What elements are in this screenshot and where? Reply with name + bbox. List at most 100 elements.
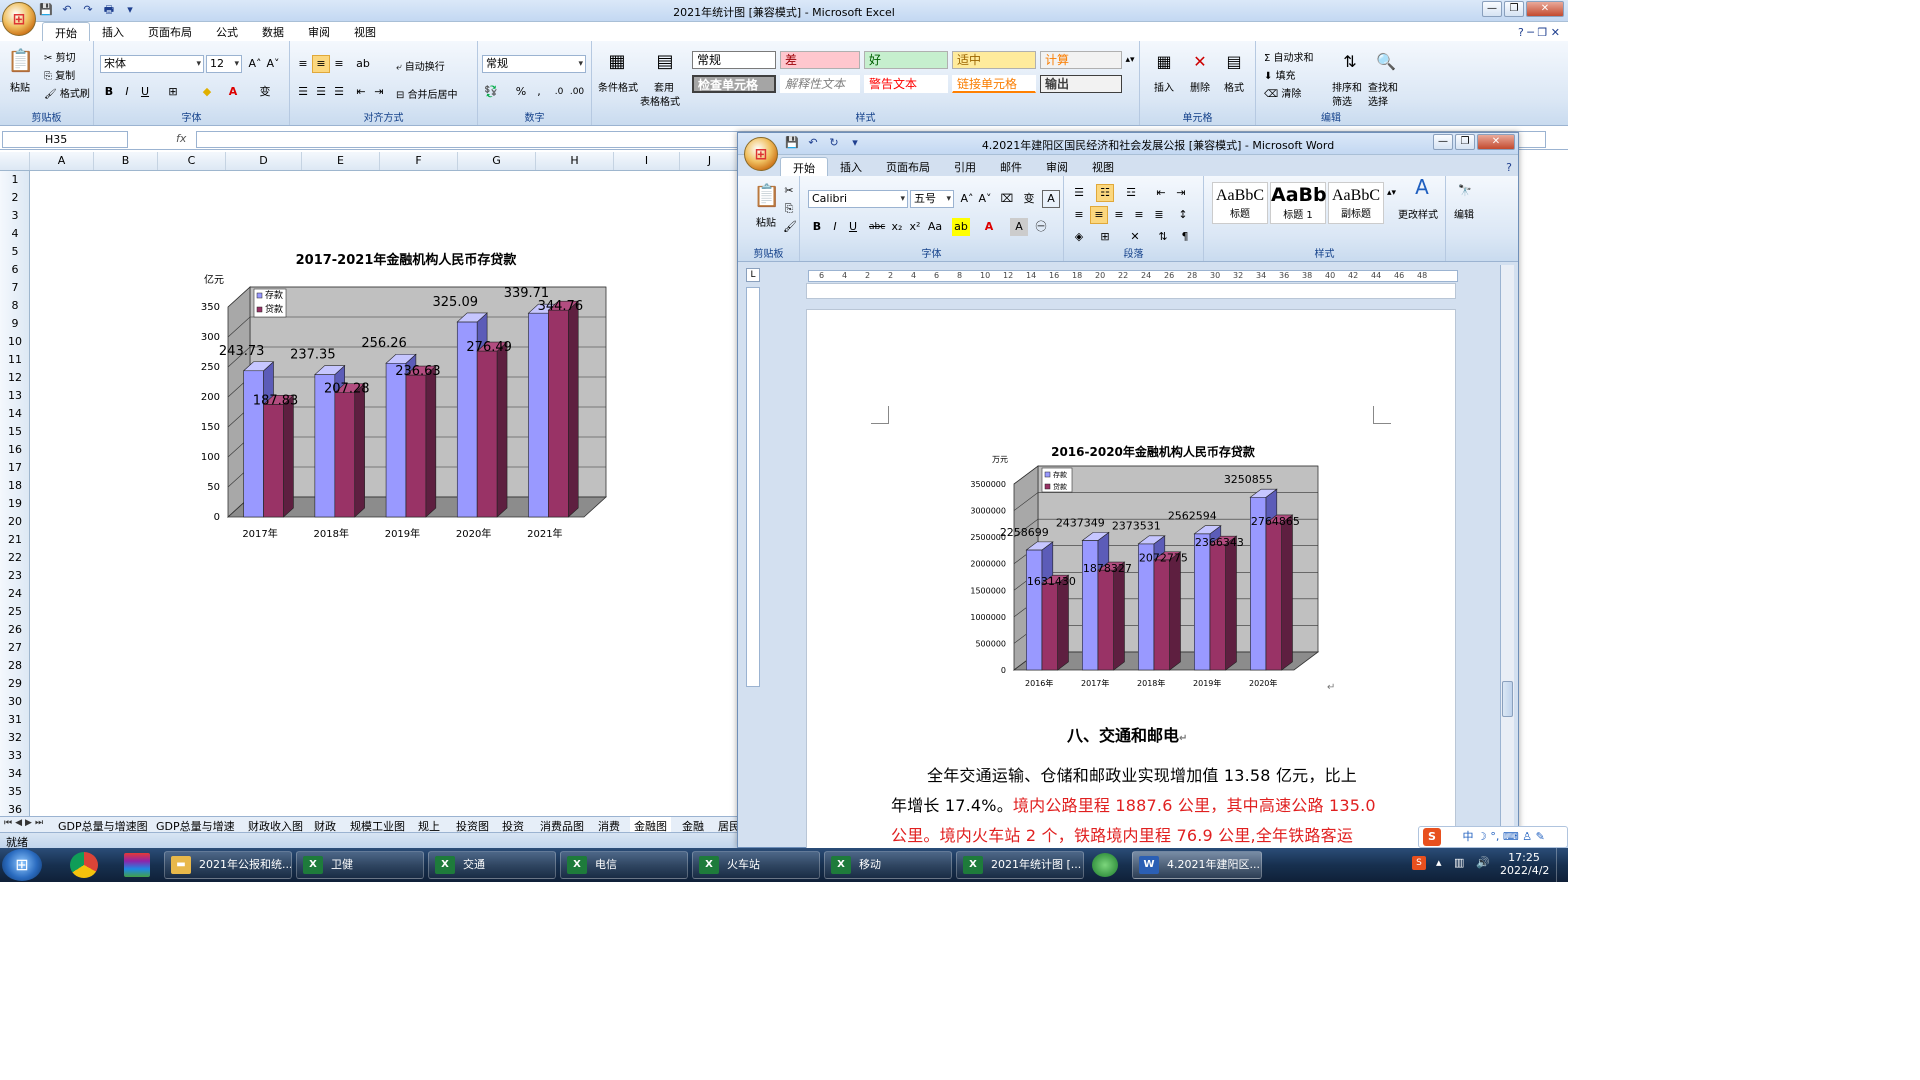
row-header[interactable]: 6 bbox=[0, 261, 30, 279]
restore-icon[interactable]: ❐ bbox=[1504, 1, 1524, 17]
green-app-icon[interactable] bbox=[1092, 853, 1118, 877]
row-header[interactable]: 17 bbox=[0, 459, 30, 477]
row-header[interactable]: 3 bbox=[0, 207, 30, 225]
grow-font-icon[interactable]: A˄ bbox=[958, 190, 976, 208]
row-header[interactable]: 10 bbox=[0, 333, 30, 351]
distribute-icon[interactable]: ≣ bbox=[1150, 206, 1168, 224]
shrink-font-icon[interactable]: A˅ bbox=[976, 190, 994, 208]
delete-cells-icon[interactable]: ✕ bbox=[1188, 49, 1212, 75]
italic-icon[interactable]: I bbox=[118, 83, 136, 101]
percent-icon[interactable]: % bbox=[512, 83, 530, 101]
taskbar-item-folder[interactable]: ▬ 2021年公报和统... bbox=[164, 851, 292, 879]
increase-indent-icon[interactable]: ⇥ bbox=[1172, 184, 1190, 202]
font-color-icon[interactable]: A bbox=[980, 218, 998, 236]
row-header[interactable]: 27 bbox=[0, 639, 30, 657]
taskbar-item-word[interactable]: W 4.2021年建阳区... bbox=[1132, 851, 1262, 879]
comma-icon[interactable]: , bbox=[530, 83, 548, 101]
find-select-label-1[interactable]: 查找和 bbox=[1368, 79, 1398, 94]
superscript-icon[interactable]: x² bbox=[906, 218, 924, 236]
tab-home[interactable]: 开始 bbox=[780, 157, 828, 178]
excel-deposit-loan-chart[interactable]: 0 50 100 150 200 250 300 350 243.73 187.83 2017年 23… bbox=[190, 240, 620, 550]
phonetic-guide-icon[interactable]: 变 bbox=[1020, 190, 1038, 208]
italic-icon[interactable]: I bbox=[826, 218, 844, 236]
row-header[interactable]: 23 bbox=[0, 567, 30, 585]
column-header[interactable]: H bbox=[536, 152, 614, 170]
style-output[interactable]: 输出 bbox=[1040, 75, 1122, 93]
change-case-icon[interactable]: Aa bbox=[926, 218, 944, 236]
sort-filter-label-2[interactable]: 筛选 bbox=[1332, 93, 1352, 108]
taskbar-item-excel[interactable]: X 2021年统计图 [... bbox=[956, 851, 1084, 879]
word-help-icon[interactable]: ? bbox=[1506, 161, 1512, 174]
start-button[interactable]: ⊞ bbox=[2, 849, 42, 881]
autosum-button[interactable]: Σ 自动求和 bbox=[1264, 49, 1314, 64]
find-select-label-2[interactable]: 选择 bbox=[1368, 93, 1388, 108]
row-header[interactable]: 1 bbox=[0, 171, 30, 189]
tray-network-icon[interactable]: ▥ bbox=[1454, 856, 1464, 869]
tab-selector-icon[interactable]: L bbox=[746, 268, 760, 282]
chrome-icon[interactable] bbox=[70, 852, 98, 878]
border-icon[interactable]: ⊞ bbox=[164, 83, 182, 101]
tab-references[interactable]: 引用 bbox=[942, 157, 988, 178]
row-header[interactable]: 4 bbox=[0, 225, 30, 243]
taskbar-item-excel[interactable]: X 交通 bbox=[428, 851, 556, 879]
row-header[interactable]: 35 bbox=[0, 783, 30, 801]
ime-toolbar[interactable]: S 中 ☽ °, ⌨ ♙ ✎ bbox=[1418, 826, 1568, 848]
editing-button[interactable]: 编辑 bbox=[1454, 206, 1474, 221]
align-left-icon[interactable]: ☰ bbox=[294, 83, 312, 101]
format-painter-icon[interactable]: 🖌 bbox=[782, 218, 797, 236]
paste-icon[interactable]: 📋 bbox=[752, 182, 782, 212]
char-border-icon[interactable]: A bbox=[1042, 190, 1060, 208]
winrar-icon[interactable] bbox=[124, 853, 150, 877]
fill-button[interactable]: ⬇ 填充 bbox=[1264, 67, 1296, 82]
office-button[interactable]: ⊞ bbox=[2, 2, 36, 36]
paste-button[interactable]: 粘贴 bbox=[756, 214, 776, 229]
row-header[interactable]: 25 bbox=[0, 603, 30, 621]
numbering-icon[interactable]: ☷ bbox=[1096, 184, 1114, 202]
style-explanatory[interactable]: 解释性文本 bbox=[780, 75, 860, 93]
tab-formulas[interactable]: 公式 bbox=[204, 22, 250, 43]
table-format-label-2[interactable]: 表格格式 bbox=[640, 93, 680, 108]
show-desktop-button[interactable] bbox=[1556, 848, 1568, 882]
row-header[interactable]: 7 bbox=[0, 279, 30, 297]
minimize-icon[interactable]: — bbox=[1433, 134, 1453, 150]
decrease-decimal-icon[interactable]: .00 bbox=[568, 83, 586, 101]
restore-icon[interactable]: ❐ bbox=[1455, 134, 1475, 150]
style-linked-cell[interactable]: 链接单元格 bbox=[952, 75, 1036, 93]
qat-dropdown-icon[interactable]: ▾ bbox=[122, 2, 138, 18]
sort-filter-icon[interactable]: ⇅ bbox=[1338, 49, 1362, 75]
align-bottom-icon[interactable]: ≡ bbox=[330, 55, 348, 73]
tab-home[interactable]: 开始 bbox=[42, 22, 90, 43]
underline-icon[interactable]: U bbox=[844, 218, 862, 236]
shading-icon[interactable]: ◈ bbox=[1070, 228, 1088, 246]
enclose-char-icon[interactable]: ㊀ bbox=[1032, 218, 1050, 236]
row-header[interactable]: 34 bbox=[0, 765, 30, 783]
redo-icon[interactable]: ↷ bbox=[80, 2, 96, 18]
row-header[interactable]: 5 bbox=[0, 243, 30, 261]
format-painter-button[interactable]: 🖌 格式刷 bbox=[44, 85, 90, 100]
copy-icon[interactable]: ⎘ bbox=[782, 200, 796, 218]
row-header[interactable]: 13 bbox=[0, 387, 30, 405]
tab-insert[interactable]: 插入 bbox=[828, 157, 874, 178]
close-icon[interactable]: ✕ bbox=[1477, 134, 1515, 150]
row-header[interactable]: 26 bbox=[0, 621, 30, 639]
tray-sogou-icon[interactable]: S bbox=[1412, 856, 1426, 870]
row-header[interactable]: 18 bbox=[0, 477, 30, 495]
tab-page-layout[interactable]: 页面布局 bbox=[136, 22, 204, 43]
fx-icon[interactable]: fx bbox=[176, 132, 186, 145]
clear-button[interactable]: ⌫ 清除 bbox=[1264, 85, 1301, 100]
undo-icon[interactable]: ↶ bbox=[805, 135, 821, 151]
row-header[interactable]: 21 bbox=[0, 531, 30, 549]
taskbar-item-excel[interactable]: X 移动 bbox=[824, 851, 952, 879]
multilevel-list-icon[interactable]: ☲ bbox=[1122, 184, 1140, 202]
fill-color-icon[interactable]: ◆ bbox=[198, 83, 216, 101]
column-header[interactable]: C bbox=[158, 152, 226, 170]
line-spacing-icon[interactable]: ↕ bbox=[1174, 206, 1192, 224]
row-header[interactable]: 29 bbox=[0, 675, 30, 693]
name-box[interactable]: H35 bbox=[2, 131, 128, 148]
style-good[interactable]: 好 bbox=[864, 51, 948, 69]
ime-mode[interactable]: 中 bbox=[1463, 830, 1474, 843]
tab-insert[interactable]: 插入 bbox=[90, 22, 136, 43]
style-calculation[interactable]: 计算 bbox=[1040, 51, 1122, 69]
column-header[interactable]: J bbox=[680, 152, 740, 170]
undo-icon[interactable]: ↶ bbox=[59, 2, 75, 18]
